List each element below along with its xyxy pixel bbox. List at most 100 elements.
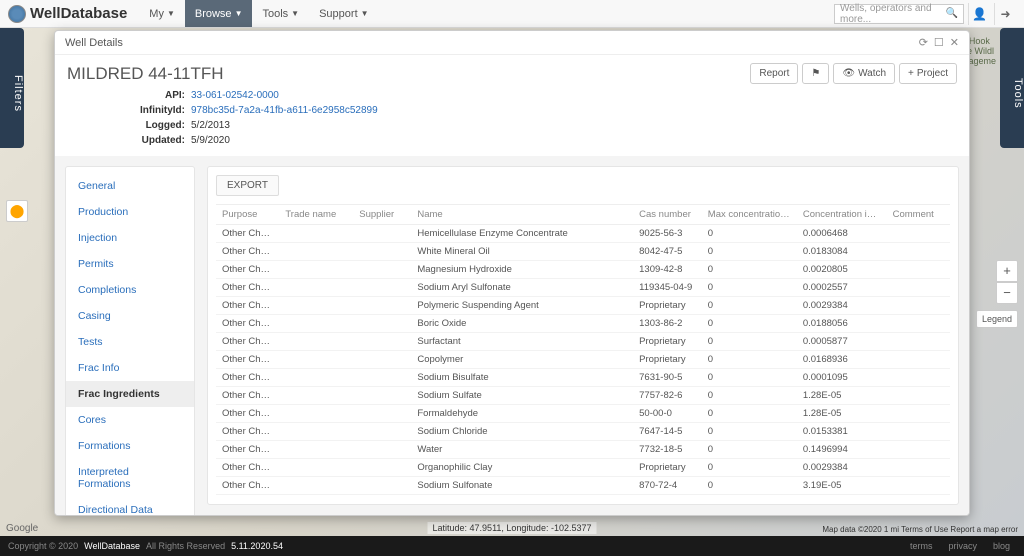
table-cell (887, 243, 950, 261)
table-cell: 0 (702, 243, 797, 261)
nav-item-browse[interactable]: Browse▼ (185, 0, 253, 27)
zoom-out-button[interactable]: − (996, 282, 1018, 304)
col-header[interactable]: Cas number (633, 205, 702, 225)
table-cell: 0.0001095 (797, 369, 887, 387)
footer-links: terms privacy blog (900, 541, 1016, 551)
table-body: Other ChemicalsHemicellulase Enzyme Conc… (216, 225, 950, 497)
table-row[interactable]: Other ChemicalsHemicellulase Enzyme Conc… (216, 225, 950, 243)
tab-casing[interactable]: Casing (66, 303, 194, 329)
col-header[interactable]: Trade name (279, 205, 353, 225)
tab-frac-info[interactable]: Frac Info (66, 355, 194, 381)
tab-tests[interactable]: Tests (66, 329, 194, 355)
footer-link-privacy[interactable]: privacy (948, 541, 977, 551)
nav-item-my[interactable]: My▼ (139, 0, 185, 27)
col-header[interactable]: Name (411, 205, 633, 225)
project-button[interactable]: +Project (899, 63, 957, 84)
table-row[interactable]: Other ChemicalsWater7732-18-500.1496994 (216, 441, 950, 459)
col-header[interactable]: Concentration in frac fluid (797, 205, 887, 225)
table-row[interactable]: Other ChemicalsPolymeric Suspending Agen… (216, 297, 950, 315)
report-button[interactable]: Report (750, 63, 798, 84)
table-cell (279, 315, 353, 333)
table-row[interactable]: Other ChemicalsSodium Sulfonate870-72-40… (216, 477, 950, 495)
nav-item-tools[interactable]: Tools▼ (252, 0, 309, 27)
table-row[interactable]: Other ChemicalsFormaldehyde50-00-001.28E… (216, 405, 950, 423)
tab-interpreted-formations[interactable]: Interpreted Formations (66, 459, 194, 497)
tab-frac-ingredients[interactable]: Frac Ingredients (66, 381, 194, 407)
table-wrap[interactable]: PurposeTrade nameSupplierNameCas numberM… (216, 204, 950, 496)
meta-label: Updated: (135, 133, 185, 148)
tab-formations[interactable]: Formations (66, 433, 194, 459)
content-panel: EXPORT PurposeTrade nameSupplierNameCas … (207, 166, 959, 505)
table-cell (353, 351, 411, 369)
table-cell (887, 351, 950, 369)
tab-permits[interactable]: Permits (66, 251, 194, 277)
watch-button[interactable]: 👁Watch (833, 63, 895, 84)
global-search-input[interactable]: Wells, operators and more... 🔍 (834, 4, 964, 24)
table-cell: 870-72-4 (633, 477, 702, 495)
table-row[interactable]: Other ChemicalsBoric Oxide1303-86-200.01… (216, 315, 950, 333)
table-cell: 0 (702, 423, 797, 441)
table-cell (887, 279, 950, 297)
table-row[interactable]: Other ChemicalsSodium Sulfate7757-82-601… (216, 387, 950, 405)
nav-menu: My▼Browse▼Tools▼Support▼ (139, 0, 378, 27)
table-cell (353, 459, 411, 477)
brand-logo-text[interactable]: WellDatabase (8, 5, 127, 23)
col-header[interactable]: Supplier (353, 205, 411, 225)
table-cell (887, 477, 950, 495)
table-row[interactable]: Other ChemicalsSurfactantProprietary00.0… (216, 333, 950, 351)
table-row[interactable]: Other ChemicalsSodium Aryl Sulfonate1193… (216, 279, 950, 297)
streetview-icon[interactable]: ⬤ (6, 200, 28, 222)
table-cell (353, 405, 411, 423)
caret-down-icon: ▼ (235, 9, 243, 18)
legend-button[interactable]: Legend (976, 310, 1018, 328)
table-row[interactable]: Other ChemicalsSodium Bisulfate7631-90-5… (216, 369, 950, 387)
col-header[interactable]: Purpose (216, 205, 279, 225)
tab-general[interactable]: General (66, 173, 194, 199)
zoom-in-button[interactable]: + (996, 260, 1018, 282)
watch-flag-button[interactable]: ⚑ (802, 63, 829, 84)
tools-rail[interactable]: Tools (1000, 28, 1024, 148)
table-cell: Sodium Aryl Sulfonate (411, 279, 633, 297)
table-row[interactable]: Other ChemicalsSodium Chloride7647-14-50… (216, 423, 950, 441)
table-row[interactable]: Other ChemicalsCopolymerProprietary00.01… (216, 351, 950, 369)
tab-directional-data[interactable]: Directional Data (66, 497, 194, 515)
tab-injection[interactable]: Injection (66, 225, 194, 251)
tab-production[interactable]: Production (66, 199, 194, 225)
export-button[interactable]: EXPORT (216, 175, 279, 196)
table-cell: Other Chemicals (216, 423, 279, 441)
table-cell: Other Chemicals (216, 297, 279, 315)
filters-rail[interactable]: Filters (0, 28, 24, 148)
footer-link-terms[interactable]: terms (910, 541, 933, 551)
top-navbar: WellDatabase My▼Browse▼Tools▼Support▼ We… (0, 0, 1024, 28)
close-icon[interactable]: ✕ (950, 36, 959, 49)
table-cell: 0.0183084 (797, 243, 887, 261)
table-cell: 0 (702, 441, 797, 459)
table-cell: 55566-30-8 (633, 495, 702, 497)
table-row[interactable]: Other ChemicalsOrganophilic ClayPropriet… (216, 459, 950, 477)
table-row[interactable]: Other ChemicalsMagnesium Hydroxide1309-4… (216, 261, 950, 279)
tab-completions[interactable]: Completions (66, 277, 194, 303)
project-label: Project (917, 68, 948, 79)
table-cell (279, 369, 353, 387)
user-icon[interactable]: 👤 (968, 3, 990, 25)
meta-value[interactable]: 33-061-02542-0000 (191, 88, 279, 103)
table-cell (887, 387, 950, 405)
footer-link-blog[interactable]: blog (993, 541, 1010, 551)
tab-cores[interactable]: Cores (66, 407, 194, 433)
col-header[interactable]: Comment (887, 205, 950, 225)
table-cell: 0.0168936 (797, 351, 887, 369)
footer-company: WellDatabase (84, 541, 140, 551)
table-cell: Proprietary (633, 297, 702, 315)
table-cell: 60 (702, 495, 797, 497)
nav-item-support[interactable]: Support▼ (309, 0, 378, 27)
col-header[interactable]: Max concentration in additive (702, 205, 797, 225)
table-cell (279, 405, 353, 423)
table-row[interactable]: Other ChemicalsWhite Mineral Oil8042-47-… (216, 243, 950, 261)
table-cell: 0.0188056 (797, 315, 887, 333)
table-row[interactable]: BiocideAlpha 452Baker HughesTetrakis(hyd… (216, 495, 950, 497)
meta-value: 5/2/2013 (191, 118, 230, 133)
maximize-icon[interactable]: ☐ (934, 36, 944, 49)
refresh-icon[interactable]: ⟳ (919, 36, 928, 49)
logout-icon[interactable]: ➜ (994, 3, 1016, 25)
meta-value[interactable]: 978bc35d-7a2a-41fb-a611-6e2958c52899 (191, 103, 378, 118)
